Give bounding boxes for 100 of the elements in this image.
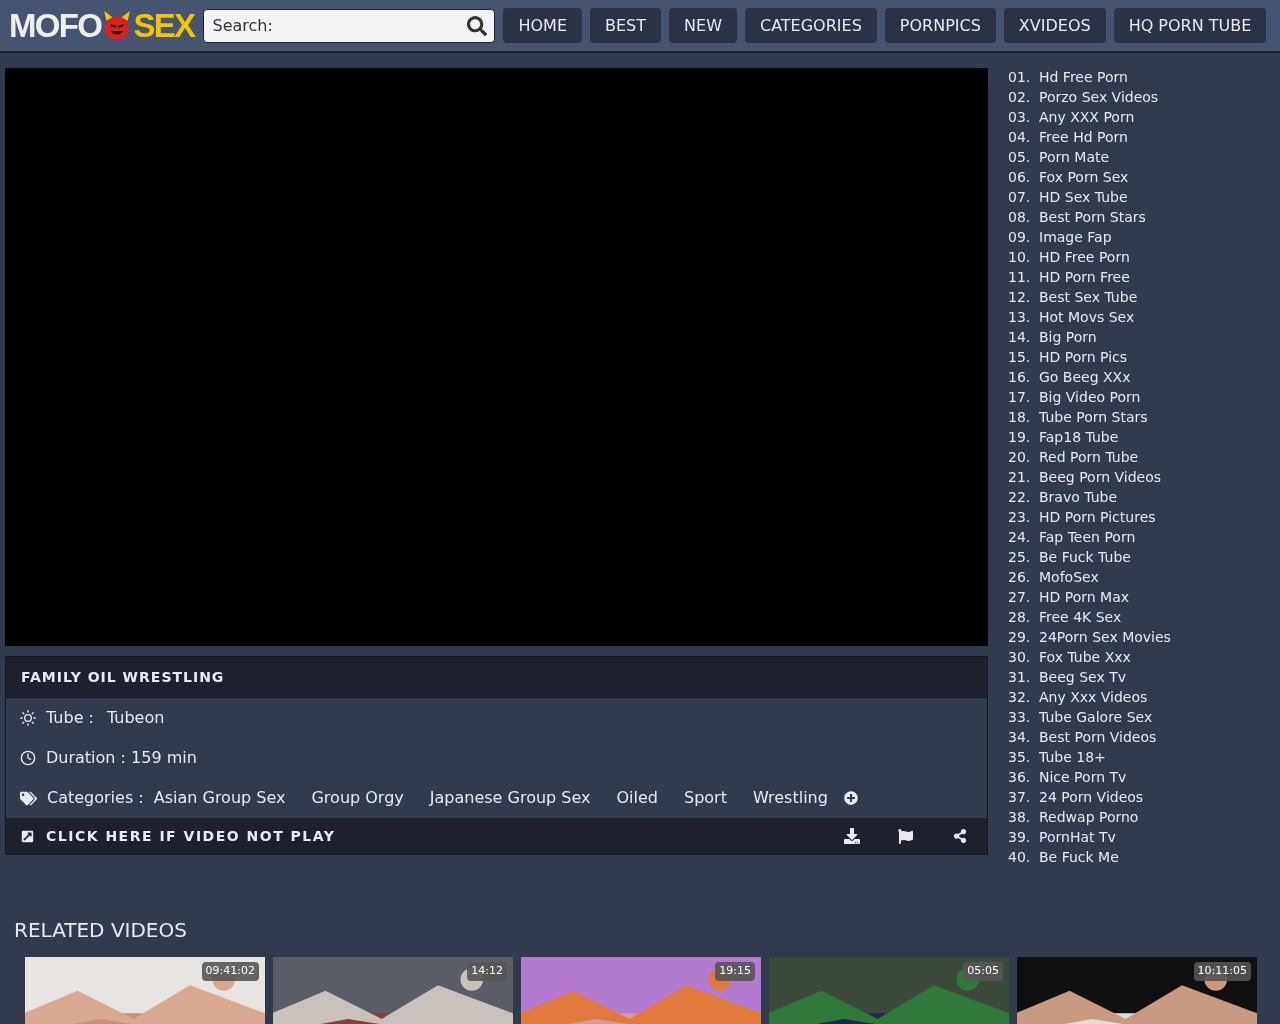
sidebar-link[interactable]: Big Video Porn [1039,386,1141,408]
sidebar-link[interactable]: Go Beeg XXx [1039,366,1131,388]
list-number: 34. [1008,727,1032,747]
sidebar-link[interactable]: 24Porn Sex Movies [1039,626,1171,648]
sidebar-link[interactable]: Red Porn Tube [1039,446,1139,468]
sidebar-link[interactable]: Any XXX Porn [1039,106,1135,128]
category-link[interactable]: Group Orgy [311,786,404,810]
sidebar-link[interactable]: Any Xxx Videos [1039,686,1148,708]
external-link-icon [21,829,34,843]
plus-icon[interactable] [843,791,858,805]
sidebar-link[interactable]: HD Porn Pics [1039,346,1128,368]
sidebar-link[interactable]: Be Fuck Me [1039,846,1119,868]
sidebar-link[interactable]: Hd Free Porn [1039,66,1128,88]
sidebar-link[interactable]: Fox Porn Sex [1039,166,1129,188]
sidebar-link[interactable]: 24 Porn Videos [1039,786,1144,808]
list-number: 39. [1008,827,1032,847]
sidebar-link[interactable]: Best Porn Videos [1039,726,1157,748]
section-title: RELATED VIDEOS [14,917,187,944]
list-number: 16. [1008,367,1032,387]
sidebar-link[interactable]: Big Porn [1039,326,1097,348]
sun-icon [20,710,36,726]
sidebar-link[interactable]: HD Sex Tube [1039,186,1128,208]
list-number: 33. [1008,707,1032,727]
list-number: 31. [1008,667,1032,687]
sidebar-link[interactable]: Best Porn Stars [1039,206,1146,228]
duration-badge: 19:15 [715,962,755,981]
sidebar-link[interactable]: Beeg Sex Tv [1039,666,1126,688]
sidebar-link[interactable]: PornHat Tv [1039,826,1116,848]
sidebar-link[interactable]: MofoSex [1039,566,1099,588]
nav-button[interactable]: HQ PORN TUBE [1113,8,1267,43]
sidebar-link[interactable]: Bravo Tube [1039,486,1118,508]
list-number: 30. [1008,647,1032,667]
list-number: 23. [1008,507,1032,527]
sidebar-link[interactable]: Porzo Sex Videos [1039,86,1159,108]
sidebar-link[interactable]: Redwap Porno [1039,806,1139,828]
categories-label: Categories : [47,787,144,809]
clock-icon [20,750,36,766]
list-number: 11. [1008,267,1032,287]
sidebar-link[interactable]: Be Fuck Tube [1039,546,1131,568]
list-number: 28. [1008,607,1032,627]
nav-button[interactable]: NEW [669,8,737,43]
sidebar-link[interactable]: Tube Porn Stars [1039,406,1148,428]
sidebar-link[interactable]: Fap Teen Porn [1039,526,1136,548]
list-number: 25. [1008,547,1032,567]
sidebar-link[interactable]: Beeg Porn Videos [1039,466,1162,488]
logo-text[interactable]: SEX [133,0,195,51]
logo-text[interactable]: MOFO [9,0,102,51]
search-field[interactable]: Search: [203,8,496,43]
list-number: 26. [1008,567,1032,587]
nav-button[interactable]: CATEGORIES [744,8,877,43]
tube-link[interactable]: Tubeon [106,706,165,730]
list-number: 38. [1008,807,1032,827]
category-link[interactable]: Wrestling [752,786,828,810]
list-number: 18. [1008,407,1032,427]
list-number: 22. [1008,487,1032,507]
sidebar-link[interactable]: Nice Porn Tv [1039,766,1127,788]
sidebar-link[interactable]: Tube Galore Sex [1039,706,1153,728]
duration-badge: 05:05 [963,962,1003,981]
sidebar-link[interactable]: Porn Mate [1039,146,1110,168]
share-icon[interactable] [953,829,967,843]
sidebar-link[interactable]: HD Free Porn [1039,246,1130,268]
category-link[interactable]: Japanese Group Sex [429,786,591,810]
sidebar-link[interactable]: Fap18 Tube [1039,426,1119,448]
list-number: 20. [1008,447,1032,467]
sidebar-link[interactable]: HD Porn Max [1039,586,1130,608]
sidebar-link[interactable]: Best Sex Tube [1039,286,1138,308]
sidebar-link[interactable]: Fox Tube Xxx [1039,646,1131,668]
nav-button[interactable]: PORNPICS [884,8,996,43]
sidebar-link[interactable]: HD Porn Pictures [1039,506,1156,528]
search-icon[interactable] [467,15,488,36]
nav-button[interactable]: HOME [503,8,583,43]
duration-badge: 09:41:02 [201,962,259,981]
category-link[interactable]: Sport [684,786,727,810]
list-number: 15. [1008,347,1032,367]
category-link[interactable]: Oiled [616,786,658,810]
sidebar-link[interactable]: Tube 18+ [1039,746,1106,768]
list-number: 13. [1008,307,1032,327]
sidebar-link[interactable]: Free 4K Sex [1039,606,1122,628]
sidebar-link[interactable]: Hot Movs Sex [1039,306,1135,328]
nav-button[interactable]: XVIDEOS [1003,8,1106,43]
duration-badge: 14:12 [467,962,507,981]
list-number: 14. [1008,327,1032,347]
tube-label: Tube : [46,707,94,729]
nav-button[interactable]: BEST [590,8,662,43]
list-number: 04. [1008,127,1032,147]
list-number: 07. [1008,187,1032,207]
list-number: 19. [1008,427,1032,447]
download-icon[interactable] [844,828,860,844]
list-number: 09. [1008,227,1032,247]
category-link[interactable]: Asian Group Sex [153,786,286,810]
list-number: 29. [1008,627,1032,647]
flag-icon[interactable] [898,828,913,844]
sidebar-link[interactable]: Image Fap [1039,226,1112,248]
list-number: 35. [1008,747,1032,767]
list-number: 17. [1008,387,1032,407]
sidebar-link[interactable]: Free Hd Porn [1039,126,1128,148]
sidebar-link[interactable]: HD Porn Free [1039,266,1130,288]
list-number: 02. [1008,87,1032,107]
list-number: 36. [1008,767,1032,787]
list-number: 12. [1008,287,1032,307]
